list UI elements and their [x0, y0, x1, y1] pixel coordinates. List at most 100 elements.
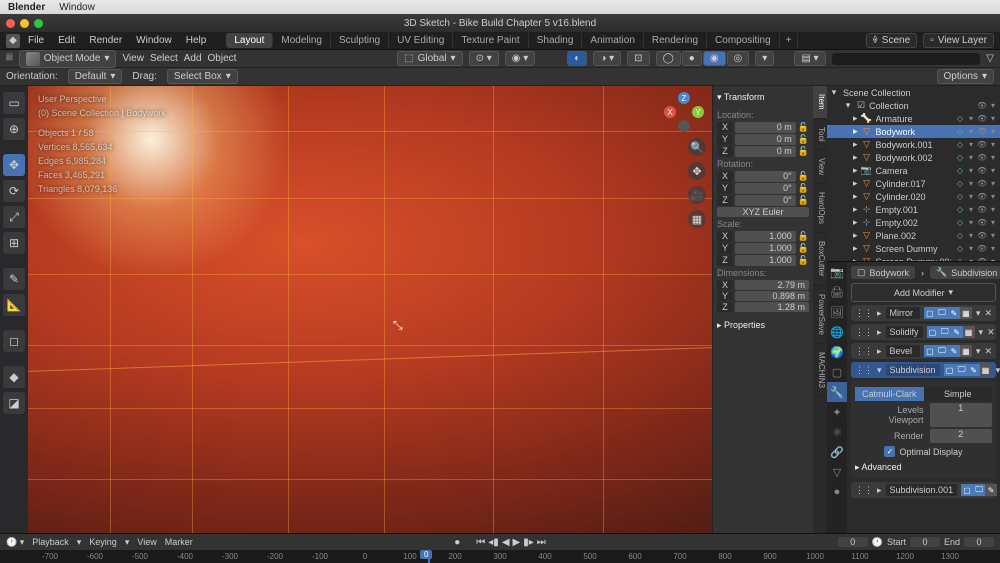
marker-menu[interactable]: Marker: [165, 537, 193, 547]
npanel-tab-tool[interactable]: Tool: [813, 119, 827, 151]
outliner-item[interactable]: ▸▽Bodywork.002◇▾👁▾: [827, 151, 1000, 164]
wireframe-shading[interactable]: ◯: [656, 51, 681, 66]
pan-icon[interactable]: ✥: [688, 162, 706, 180]
play-reverse-icon[interactable]: ◀: [502, 537, 510, 548]
grip-icon[interactable]: ⋮⋮: [855, 485, 873, 496]
xray-toggle[interactable]: ⊡: [627, 51, 649, 66]
dim-y[interactable]: 0.898 m: [735, 291, 809, 301]
lock-icon[interactable]: 🔓: [798, 146, 809, 157]
keyframe-next-icon[interactable]: ▮▸: [523, 537, 534, 548]
orientation-selector[interactable]: Default ▾: [68, 69, 123, 84]
minimize-button[interactable]: [20, 19, 29, 28]
scale-tool[interactable]: ⤢: [3, 206, 25, 228]
workspace-tab-modeling[interactable]: Modeling: [273, 33, 331, 48]
scale-z[interactable]: 1.000: [735, 255, 796, 266]
rotate-tool[interactable]: ⟳: [3, 180, 25, 202]
persp-ortho-icon[interactable]: ▦: [688, 210, 706, 228]
measure-tool[interactable]: 📐: [3, 294, 25, 316]
grip-icon[interactable]: ⋮⋮: [855, 346, 873, 357]
timeline-icon[interactable]: 🕐 ▾: [6, 537, 24, 548]
keyframe-prev-icon[interactable]: ◂▮: [488, 537, 499, 548]
outliner-item[interactable]: ▸▽Screen Dummy◇▾👁▾: [827, 242, 1000, 255]
object-tab[interactable]: ▢: [827, 362, 847, 382]
add-modifier-button[interactable]: Add Modifier ▾: [851, 283, 996, 302]
outliner-item[interactable]: ▸⊹Empty.001◇▾👁▾: [827, 203, 1000, 216]
physics-tab[interactable]: ⚛: [827, 422, 847, 442]
lock-icon[interactable]: 🔓: [798, 243, 809, 254]
material-tab[interactable]: ●: [827, 482, 847, 502]
dropdown-icon[interactable]: ▾: [976, 308, 981, 319]
lock-icon[interactable]: 🔓: [798, 231, 809, 242]
npanel-tab-item[interactable]: Item: [813, 86, 827, 119]
dropdown-icon[interactable]: ▾: [979, 327, 984, 338]
world-tab[interactable]: 🌍: [827, 342, 847, 362]
lock-icon[interactable]: 🔓: [798, 255, 809, 266]
workspace-tab-compositing[interactable]: Compositing: [707, 33, 780, 48]
workspace-tab-shading[interactable]: Shading: [529, 33, 583, 48]
loc-z[interactable]: 0 m: [735, 146, 796, 157]
npanel-tab-boxcutter[interactable]: BoxCutter: [813, 233, 827, 286]
keying-menu[interactable]: Keying: [89, 537, 117, 547]
lock-icon[interactable]: 🔓: [798, 183, 809, 194]
particles-tab[interactable]: ✦: [827, 402, 847, 422]
start-frame[interactable]: 0: [910, 537, 940, 547]
gizmo-toggle[interactable]: ◐: [567, 51, 587, 66]
add-workspace-button[interactable]: +: [780, 33, 799, 48]
workspace-tab-animation[interactable]: Animation: [582, 33, 643, 48]
dropdown-icon[interactable]: ▾: [996, 365, 1000, 376]
outliner-item[interactable]: ▸▽Bodywork◇▾👁▾: [827, 125, 1000, 138]
lock-icon[interactable]: 🔓: [798, 195, 809, 206]
simple-button[interactable]: Simple: [924, 387, 993, 401]
window-menu[interactable]: Window: [130, 35, 178, 46]
modifier-subdivision[interactable]: ⋮⋮▾Subdivision▢🖵✎▦▾✕: [851, 362, 996, 378]
play-icon[interactable]: ▶: [513, 537, 521, 548]
view-menu-tl[interactable]: View: [137, 537, 156, 547]
viewlayer-selector[interactable]: ▫ View Layer: [923, 33, 994, 48]
viewlayer-tab[interactable]: 🖼: [827, 302, 847, 322]
advanced-header[interactable]: ▸ Advanced: [855, 460, 992, 475]
outliner-scene-collection[interactable]: ▾Scene Collection: [827, 86, 1000, 99]
current-frame[interactable]: 0: [838, 537, 868, 547]
add-cube-tool[interactable]: ◻: [3, 330, 25, 352]
lock-icon[interactable]: 🔓: [798, 134, 809, 145]
cursor-tool[interactable]: ⊕: [3, 118, 25, 140]
hardops-tool[interactable]: ◆: [3, 366, 25, 388]
workspace-tab-rendering[interactable]: Rendering: [644, 33, 707, 48]
npanel-tab-view[interactable]: View: [813, 150, 827, 184]
outliner-item[interactable]: ▸▽Screen Dummy.001◇▾👁▾: [827, 255, 1000, 262]
overlays-toggle[interactable]: ◑ ▾: [593, 51, 621, 66]
workspace-tab-layout[interactable]: Layout: [226, 33, 273, 48]
dim-z[interactable]: 1.28 m: [735, 302, 809, 312]
modifier-solidify[interactable]: ⋮⋮▸Solidify▢🖵✎▦▾✕: [851, 324, 996, 340]
move-tool[interactable]: ✥: [3, 154, 25, 176]
grip-icon[interactable]: ⋮⋮: [855, 327, 873, 338]
modifier-mirror[interactable]: ⋮⋮▸Mirror▢🖵✎▦▾✕: [851, 305, 996, 321]
viewport-levels[interactable]: 1: [930, 403, 993, 427]
help-menu[interactable]: Help: [180, 35, 213, 46]
output-tab[interactable]: 🖨: [827, 282, 847, 302]
outliner-item[interactable]: ▸▽Bodywork.001◇▾👁▾: [827, 138, 1000, 151]
outliner-item[interactable]: ▸▽Plane.002◇▾👁▾: [827, 229, 1000, 242]
mac-window-menu[interactable]: Window: [59, 2, 95, 13]
outliner-item[interactable]: ▸▽Cylinder.017◇▾👁▾: [827, 177, 1000, 190]
render-levels[interactable]: 2: [930, 429, 993, 443]
outliner-search[interactable]: [832, 53, 981, 65]
camera-view-icon[interactable]: 🎥: [688, 186, 706, 204]
scene-tab[interactable]: 🌐: [827, 322, 847, 342]
navigation-gizmo[interactable]: X Y Z: [664, 92, 704, 132]
zoom-button[interactable]: [34, 19, 43, 28]
render-menu[interactable]: Render: [83, 35, 128, 46]
rot-x[interactable]: 0°: [735, 171, 796, 182]
dropdown-icon[interactable]: ▾: [976, 346, 981, 357]
boxcutter-tool[interactable]: ◪: [3, 392, 25, 414]
gizmo-y[interactable]: Y: [692, 106, 704, 118]
grip-icon[interactable]: ⋮⋮: [855, 308, 873, 319]
delete-icon[interactable]: ✕: [984, 308, 992, 319]
gizmo-z[interactable]: Z: [678, 92, 690, 104]
timeline-ruler[interactable]: -700-600-500-400-300-200-100010020030040…: [0, 550, 1000, 563]
gizmo-neg-z[interactable]: [678, 120, 690, 132]
loc-y[interactable]: 0 m: [735, 134, 796, 145]
lock-icon[interactable]: 🔓: [798, 171, 809, 182]
snap-toggle[interactable]: ⊙ ▾: [469, 51, 499, 66]
crumb-modifier[interactable]: 🔧 Subdivision: [930, 266, 1000, 279]
